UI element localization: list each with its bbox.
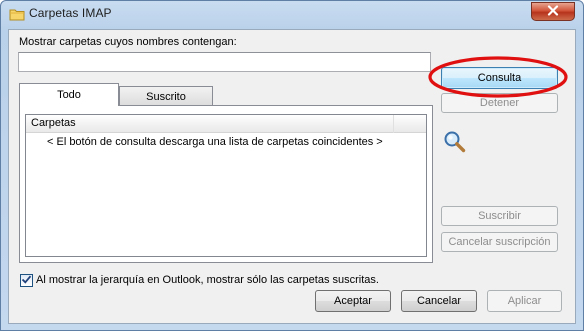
magnifier-icon: [443, 130, 467, 157]
column-header-label: Carpetas: [31, 117, 76, 129]
stop-button[interactable]: Detener: [441, 93, 558, 113]
tab-panel: Carpetas < El botón de consulta descarga…: [19, 105, 433, 263]
folder-list[interactable]: Carpetas < El botón de consulta descarga…: [25, 114, 427, 257]
tab-todo[interactable]: Todo: [19, 83, 119, 106]
close-button[interactable]: [531, 2, 575, 21]
imap-folders-dialog: Carpetas IMAP Mostrar carpetas cuyos nom…: [0, 0, 584, 331]
query-button[interactable]: Consulta: [441, 67, 558, 89]
cancel-button-label: Cancelar: [416, 295, 462, 307]
search-label: Mostrar carpetas cuyos nombres contengan…: [19, 36, 237, 48]
window-title: Carpetas IMAP: [29, 6, 112, 20]
subscribed-only-checkbox[interactable]: [20, 274, 33, 287]
stop-button-label: Detener: [479, 97, 520, 109]
folder-icon: [9, 7, 25, 21]
dialog-client-area: Mostrar carpetas cuyos nombres contengan…: [8, 29, 576, 324]
title-bar[interactable]: Carpetas IMAP: [1, 1, 583, 27]
tab-suscrito[interactable]: Suscrito: [119, 86, 213, 106]
accept-button[interactable]: Aceptar: [315, 290, 391, 312]
search-input[interactable]: [18, 52, 431, 72]
tab-todo-label: Todo: [57, 89, 81, 101]
unsubscribe-button-label: Cancelar suscripción: [448, 236, 551, 248]
subscribe-button[interactable]: Suscribir: [441, 206, 558, 226]
close-icon: [547, 4, 559, 19]
apply-button[interactable]: Aplicar: [487, 290, 562, 312]
accept-button-label: Aceptar: [334, 295, 372, 307]
query-button-label: Consulta: [477, 72, 522, 84]
list-header: Carpetas: [26, 115, 426, 133]
unsubscribe-button[interactable]: Cancelar suscripción: [441, 232, 558, 252]
apply-button-label: Aplicar: [507, 295, 542, 307]
subscribed-only-label: Al mostrar la jerarquía en Outlook, most…: [36, 274, 379, 286]
cancel-button[interactable]: Cancelar: [401, 290, 477, 312]
list-placeholder: < El botón de consulta descarga una list…: [47, 136, 383, 148]
tab-suscrito-label: Suscrito: [146, 90, 186, 103]
subscribe-button-label: Suscribir: [478, 210, 521, 222]
checkmark-icon: [21, 274, 32, 288]
column-header-carpetas[interactable]: Carpetas: [26, 115, 394, 133]
